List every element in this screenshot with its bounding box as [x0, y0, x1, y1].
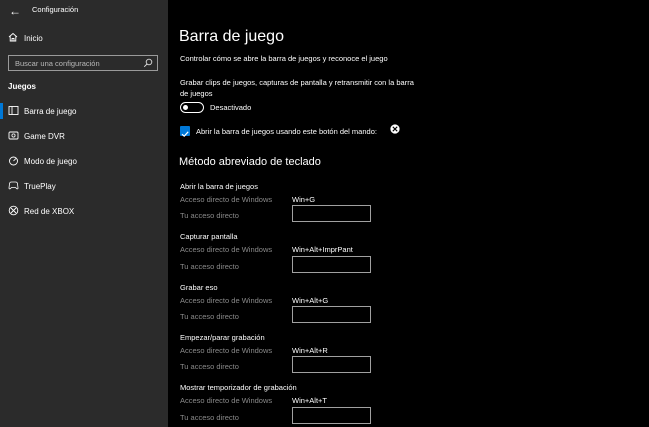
sidebar-item-label: Barra de juego — [24, 107, 77, 116]
page-subtitle: Controlar cómo se abre la barra de juego… — [180, 54, 388, 63]
sidebar-item-label: Modo de juego — [24, 157, 77, 166]
custom-shortcut-label: Tu acceso directo — [180, 413, 239, 422]
custom-shortcut-input[interactable] — [292, 256, 371, 273]
shortcut-group-title: Abrir la barra de juegos — [180, 182, 258, 191]
trueplay-icon — [8, 181, 19, 190]
sidebar: ← Configuración Inicio Buscar una config… — [0, 0, 168, 427]
xbox-button-icon — [390, 124, 400, 134]
game-bar-toggle[interactable] — [180, 102, 204, 113]
sidebar-item-label: Red de XBOX — [24, 207, 75, 216]
game-mode-icon — [9, 156, 18, 166]
custom-shortcut-input[interactable] — [292, 407, 371, 424]
back-arrow-icon[interactable]: ← — [9, 4, 21, 18]
shortcut-group-title: Capturar pantalla — [180, 232, 238, 241]
custom-shortcut-input[interactable] — [292, 306, 371, 323]
custom-shortcut-label: Tu acceso directo — [180, 211, 239, 220]
search-input[interactable]: Buscar una configuración — [8, 55, 158, 71]
search-icon — [143, 58, 153, 68]
custom-shortcut-input[interactable] — [292, 356, 371, 373]
windows-shortcut-value: Win+Alt+G — [292, 296, 329, 305]
shortcut-group-title: Grabar eso — [180, 283, 218, 292]
app-title: Configuración — [32, 5, 79, 14]
checkbox-label: Abrir la barra de juegos usando este bot… — [196, 127, 377, 136]
windows-shortcut-label: Acceso directo de Windows — [180, 296, 273, 305]
shortcut-group-title: Empezar/parar grabación — [180, 333, 265, 342]
windows-shortcut-label: Acceso directo de Windows — [180, 396, 273, 405]
windows-shortcut-value: Win+G — [292, 195, 316, 204]
custom-shortcut-input[interactable] — [292, 205, 371, 222]
sidebar-item-game-bar[interactable]: Barra de juego — [0, 101, 168, 121]
checkmark-icon — [181, 131, 189, 138]
custom-shortcut-label: Tu acceso directo — [180, 312, 239, 321]
custom-shortcut-label: Tu acceso directo — [180, 362, 239, 371]
sidebar-item-trueplay[interactable]: TruePlay — [0, 176, 168, 196]
sidebar-item-label: Game DVR — [24, 132, 65, 141]
sidebar-item-game-mode[interactable]: Modo de juego — [0, 151, 168, 171]
sidebar-item-home[interactable]: Inicio — [0, 30, 168, 48]
page-title: Barra de juego — [179, 28, 284, 45]
section-title: Juegos — [8, 82, 37, 91]
windows-shortcut-value: Win+Alt+ImprPant — [292, 245, 353, 254]
windows-shortcut-value: Win+Alt+T — [292, 396, 328, 405]
search-placeholder: Buscar una configuración — [15, 59, 100, 68]
controller-button-checkbox[interactable] — [180, 126, 190, 138]
windows-shortcut-label: Acceso directo de Windows — [180, 245, 273, 254]
toggle-state-label: Desactivado — [210, 103, 252, 112]
record-description: Grabar clips de juegos, capturas de pant… — [180, 78, 414, 98]
shortcut-group-title: Mostrar temporizador de grabación — [180, 383, 297, 392]
keyboard-shortcuts-heading: Método abreviado de teclado — [179, 156, 321, 168]
selection-indicator — [0, 103, 3, 119]
windows-shortcut-label: Acceso directo de Windows — [180, 195, 273, 204]
toggle-knob — [183, 104, 188, 110]
sidebar-item-xbox-network[interactable]: Red de XBOX — [0, 201, 168, 221]
windows-shortcut-value: Win+Alt+R — [292, 346, 328, 355]
game-dvr-icon — [8, 131, 19, 140]
sidebar-item-game-dvr[interactable]: Game DVR — [0, 126, 168, 146]
sidebar-item-label: TruePlay — [24, 182, 56, 191]
home-icon — [8, 32, 18, 42]
xbox-icon — [8, 205, 19, 216]
windows-shortcut-label: Acceso directo de Windows — [180, 346, 273, 355]
main-content: Barra de juego Controlar cómo se abre la… — [168, 0, 649, 427]
custom-shortcut-label: Tu acceso directo — [180, 262, 239, 271]
title-bar: ← Configuración — [0, 0, 168, 22]
game-bar-icon — [8, 106, 19, 115]
sidebar-item-label: Inicio — [24, 34, 43, 43]
